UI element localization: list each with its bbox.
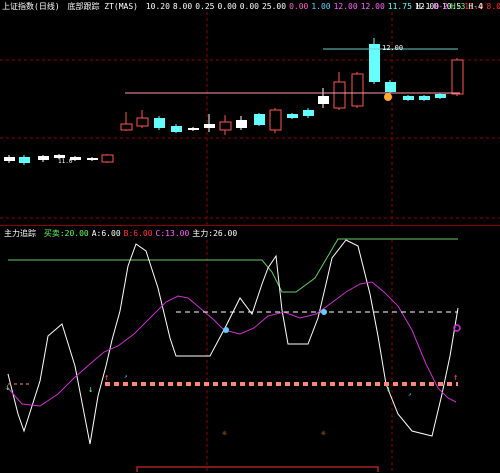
candle[interactable]	[351, 73, 364, 107]
candle[interactable]	[451, 59, 464, 95]
candle[interactable]	[171, 126, 182, 132]
down-arrow-icon[interactable]: ↓	[5, 383, 10, 393]
white-line	[7, 239, 459, 445]
price-level-label: 12.00	[382, 44, 403, 52]
candle[interactable]	[303, 110, 314, 116]
indicator-chart[interactable]: ↑ ↑ ↓ ↓ ↓ ↗ ↗ ☼ ☼	[0, 226, 500, 473]
grid-lines	[0, 12, 500, 225]
up-arrow-icon[interactable]: ↑	[104, 373, 109, 383]
small-marker-icon: ↗	[408, 391, 412, 398]
green-line	[8, 238, 458, 293]
candle[interactable]	[318, 96, 329, 104]
candle[interactable]	[19, 157, 30, 163]
candle[interactable]	[333, 81, 346, 109]
candle[interactable]	[87, 158, 98, 160]
signal-dot[interactable]	[223, 327, 229, 333]
candlestick-chart[interactable]: 12.00 11.0	[0, 0, 500, 225]
candle[interactable]	[219, 121, 232, 131]
star-marker-icon: ☼	[222, 429, 227, 438]
candle[interactable]	[136, 117, 149, 127]
star-marker-icon: ☼	[321, 429, 326, 438]
small-marker-icon: ↗	[124, 373, 128, 380]
main-price-panel: 上证指数(日线) 底部跟踪 ZT(MAS) 10.20 8.00 0.25 0.00 0…	[0, 0, 500, 225]
signal-dot[interactable]	[321, 309, 327, 315]
bottom-bar	[136, 466, 379, 472]
candle[interactable]	[287, 114, 298, 118]
candle[interactable]	[254, 114, 265, 125]
candle[interactable]	[419, 96, 430, 100]
candle[interactable]	[204, 124, 215, 128]
candle[interactable]	[154, 118, 165, 128]
candle[interactable]	[4, 157, 15, 161]
candle[interactable]	[236, 120, 247, 128]
candle[interactable]	[38, 156, 49, 160]
candle[interactable]	[385, 82, 396, 92]
candles	[4, 38, 464, 165]
candle[interactable]	[403, 96, 414, 100]
candle[interactable]	[269, 109, 282, 131]
small-price-label: 11.0	[58, 158, 73, 165]
buy-signal-marker[interactable]	[384, 93, 392, 101]
down-arrow-icon[interactable]: ↓	[88, 385, 93, 395]
candle[interactable]	[101, 154, 114, 163]
candle[interactable]	[369, 44, 380, 82]
candle[interactable]	[120, 123, 133, 131]
down-arrow-icon[interactable]: ↓	[386, 385, 391, 395]
sub-indicator-panel: 主力追踪 买卖:20.00 A:6.00 B:6.00 C:13.00 主力:26.00…	[0, 226, 500, 473]
candle[interactable]	[188, 128, 199, 130]
sub-grid	[206, 240, 393, 473]
up-arrow-icon[interactable]: ↑	[453, 373, 458, 383]
candle[interactable]	[435, 94, 446, 98]
